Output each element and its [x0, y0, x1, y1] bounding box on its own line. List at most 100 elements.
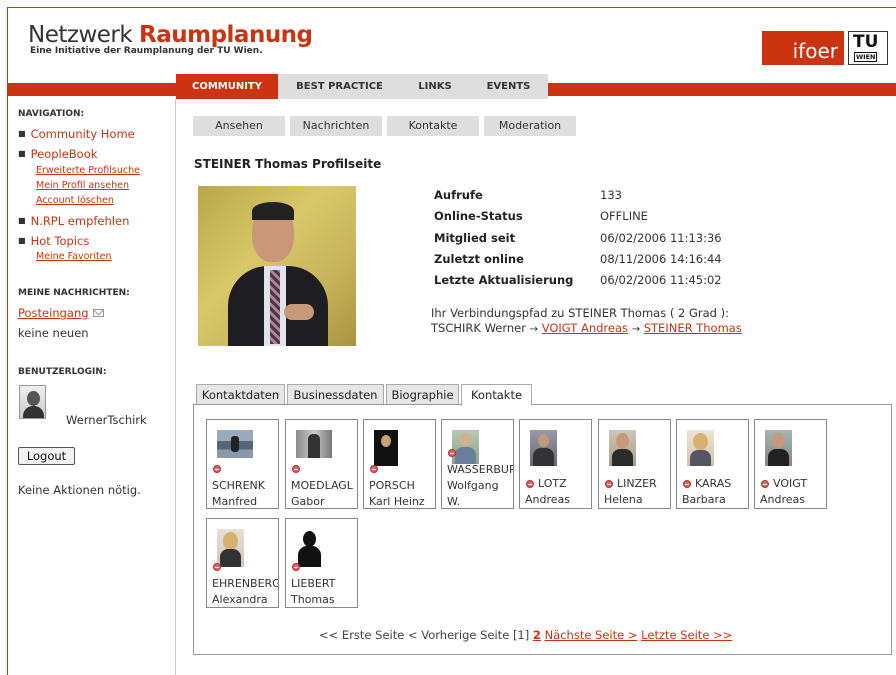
offline-status-icon	[213, 465, 221, 473]
contact-firstname: Helena	[604, 493, 643, 506]
contact-firstname: Alexandra	[212, 593, 268, 606]
offline-status-icon	[526, 480, 534, 488]
profile-tab-kontaktdaten[interactable]: Kontaktdaten	[196, 384, 285, 405]
contact-lastname: LOTZ	[538, 477, 567, 490]
login-heading: BENUTZERLOGIN:	[18, 367, 107, 377]
inbox-status: keine neuen	[18, 326, 89, 340]
wien-logo-text: WIEN	[854, 52, 878, 62]
subtab-nachrichten[interactable]: Nachrichten	[290, 116, 382, 136]
contact-lastname: LINZER	[617, 477, 657, 490]
ifoer-logo[interactable]: ifoer	[762, 31, 844, 65]
contact-card[interactable]: MOEDLAGL Gabor	[285, 419, 358, 509]
sidebar-item-label: Hot Topics	[30, 234, 90, 248]
contact-card[interactable]: WASSERBUR Wolfgang W.	[441, 419, 514, 509]
offline-status-icon	[292, 465, 300, 473]
offline-status-icon	[213, 563, 221, 571]
contact-photo	[452, 430, 479, 464]
path-start-user: TSCHIRK Werner	[431, 321, 526, 335]
arrow-icon: →	[631, 324, 641, 335]
nav-tab-best-practice[interactable]: BEST PRACTICE	[278, 74, 401, 99]
contact-firstname: Wolfgang	[447, 479, 499, 492]
contact-card[interactable]: KARAS Barbara	[676, 419, 749, 509]
pager-current-page[interactable]: 2	[533, 628, 541, 642]
connection-path: TSCHIRK Werner → VOIGT Andreas → STEINER…	[431, 321, 742, 335]
sidebar-item-label: N.RPL empfehlen	[30, 214, 130, 228]
username: WernerTschirk	[66, 413, 147, 427]
contact-photo	[296, 529, 323, 567]
contact-card[interactable]: LOTZ Andreas	[519, 419, 592, 509]
offline-status-icon	[761, 480, 769, 488]
pager-page-1: [1]	[512, 628, 530, 642]
arrow-icon: →	[529, 324, 539, 335]
subtab-ansehen[interactable]: Ansehen	[193, 116, 285, 136]
sidebar-item-peoplebook[interactable]: ■ PeopleBook	[18, 147, 97, 161]
stat-label-mitglied-seit: Mitglied seit	[434, 231, 516, 245]
contact-lastname: EHRENBERGE	[212, 577, 278, 590]
logo-subtitle: Eine Initiative der Raumplanung der TU W…	[30, 46, 263, 56]
path-link-voigt[interactable]: VOIGT Andreas	[542, 321, 628, 335]
stat-value-aufrufe: 133	[600, 188, 622, 202]
inbox-row: Posteingang	[18, 306, 104, 320]
contact-firstname: Gabor	[291, 495, 325, 508]
bullet-icon: ■	[18, 236, 26, 245]
contact-card[interactable]: PORSCH Karl Heinz	[363, 419, 436, 509]
pager-first: << Erste Seite	[319, 628, 405, 642]
profile-tab-businessdaten[interactable]: Businessdaten	[287, 384, 384, 405]
stat-value-mitglied-seit: 06/02/2006 11:13:36	[600, 231, 722, 245]
logo-word-raumplanung: Raumplanung	[139, 22, 313, 48]
contact-card[interactable]: EHRENBERGE Alexandra	[206, 518, 279, 608]
sidebar-link-account-loeschen[interactable]: Account löschen	[36, 195, 114, 206]
contact-card[interactable]: VOIGT Andreas	[754, 419, 827, 509]
sidebar-link-erweiterte-profilsuche[interactable]: Erweiterte Profilsuche	[36, 165, 140, 176]
contact-photo	[217, 529, 244, 567]
logout-button[interactable]: Logout	[18, 447, 75, 465]
nav-tab-community[interactable]: COMMUNITY	[176, 74, 278, 99]
sidebar-link-mein-profil[interactable]: Mein Profil ansehen	[36, 180, 129, 191]
stat-label-aufrufe: Aufrufe	[434, 188, 483, 202]
contact-lastname: VOIGT	[773, 477, 808, 490]
pagination: << Erste Seite < Vorherige Seite [1] 2 N…	[319, 628, 732, 642]
pager-next[interactable]: Nächste Seite >	[545, 628, 638, 642]
contact-lastname: WASSERBUR	[447, 463, 514, 476]
offline-status-icon	[370, 465, 378, 473]
mail-icon	[92, 309, 104, 317]
sidebar-link-meine-favoriten[interactable]: Meine Favoriten	[36, 251, 112, 262]
sidebar-item-community-home[interactable]: ■ Community Home	[18, 127, 135, 141]
contact-card[interactable]: LIEBERT Thomas	[285, 518, 358, 608]
tu-logo-text: TU	[853, 32, 879, 52]
contact-card[interactable]: SCHRENK Manfred	[206, 419, 279, 509]
bullet-icon: ■	[18, 149, 26, 158]
nav-tab-events[interactable]: EVENTS	[469, 74, 548, 99]
subtab-kontakte[interactable]: Kontakte	[387, 116, 479, 136]
contact-lastname: PORSCH	[369, 479, 415, 492]
offline-status-icon	[448, 449, 456, 457]
contact-photo	[530, 430, 557, 466]
contact-photo	[296, 430, 332, 458]
contact-firstname: Manfred	[212, 495, 258, 508]
sidebar-item-nrpl-empfehlen[interactable]: ■ N.RPL empfehlen	[18, 214, 129, 228]
offline-status-icon	[605, 480, 613, 488]
tu-wien-logo[interactable]: TU WIEN	[848, 31, 888, 65]
offline-status-icon	[683, 480, 691, 488]
pager-prev: < Vorherige Seite	[407, 628, 510, 642]
navigation-heading: NAVIGATION:	[18, 109, 85, 119]
messages-heading: MEINE NACHRICHTEN:	[18, 288, 130, 298]
stat-value-zuletzt-online: 08/11/2006 14:16:44	[600, 252, 722, 266]
nav-tab-links[interactable]: LINKS	[401, 74, 469, 99]
contact-firstname-extra: W.	[447, 495, 461, 508]
sidebar-item-label: PeopleBook	[30, 147, 98, 161]
profile-tab-kontakte[interactable]: Kontakte	[461, 384, 532, 406]
inbox-link[interactable]: Posteingang	[18, 306, 89, 320]
avatar	[19, 385, 46, 419]
sidebar-item-hot-topics[interactable]: ■ Hot Topics	[18, 234, 89, 248]
contact-photo	[374, 430, 398, 466]
profile-tab-biographie[interactable]: Biographie	[386, 384, 459, 405]
path-link-steiner[interactable]: STEINER Thomas	[644, 321, 742, 335]
contact-card[interactable]: LINZER Helena	[598, 419, 671, 509]
pager-last[interactable]: Letzte Seite >>	[641, 628, 732, 642]
contact-firstname: Thomas	[291, 593, 335, 606]
site-logo[interactable]: Netzwerk Raumplanung	[28, 22, 313, 48]
sidebar-item-label: Community Home	[30, 127, 135, 141]
subtab-moderation[interactable]: Moderation	[484, 116, 576, 136]
stat-value-letzte-aktualisierung: 06/02/2006 11:45:02	[600, 273, 722, 287]
